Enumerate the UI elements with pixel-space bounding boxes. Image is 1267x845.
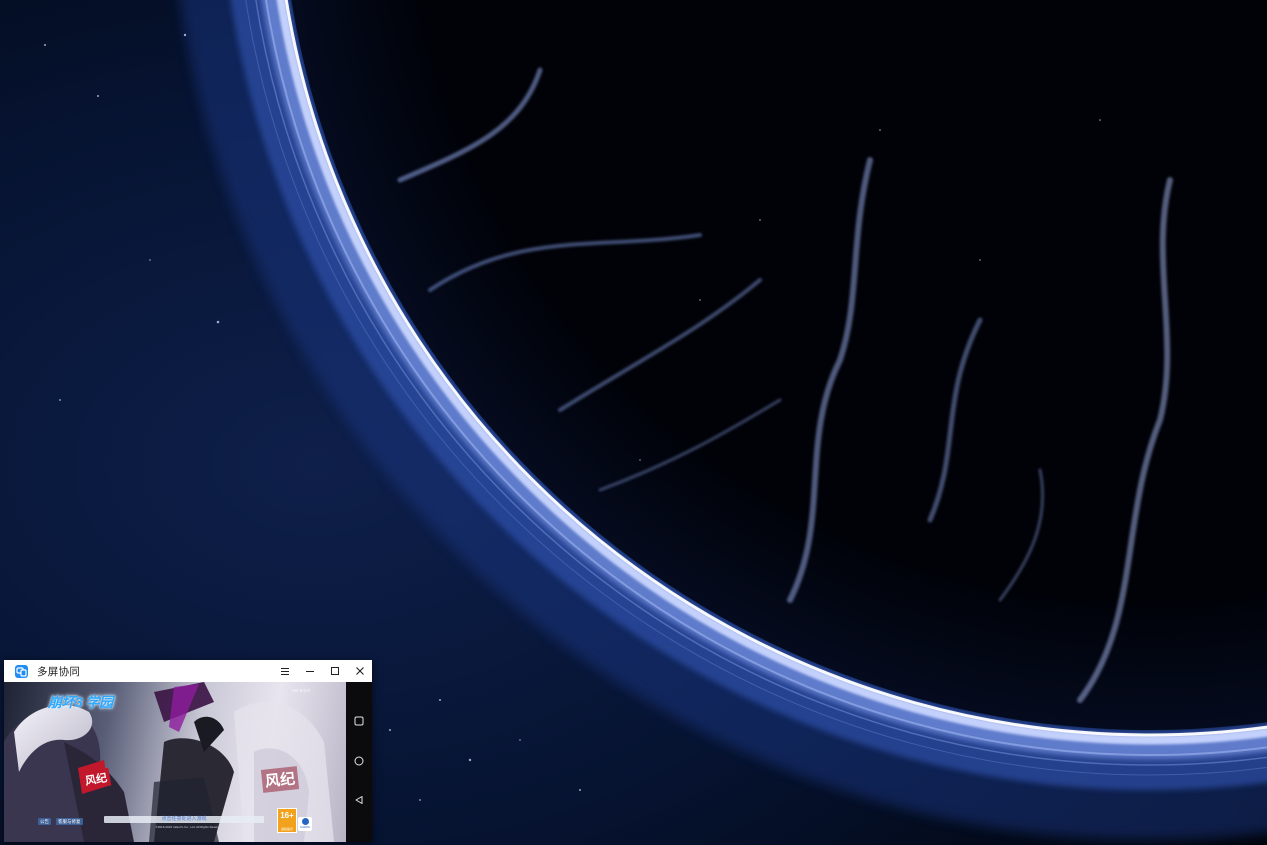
armband-right: 风纪 xyxy=(260,766,300,793)
home-button[interactable] xyxy=(346,748,372,774)
menu-icon xyxy=(280,667,289,675)
tap-to-start-text[interactable]: 点击任意处进入游戏 xyxy=(104,815,264,823)
age-rating-caption: 适龄提示 xyxy=(280,827,293,831)
multi-screen-window[interactable]: 多屏协同 崩坏3 学园 Ver.6.0.0 风纪 风纪 公告 客服与修复 点击任… xyxy=(4,660,372,842)
cadpa-label: CADPA xyxy=(299,825,311,829)
close-icon xyxy=(355,666,364,675)
back-button[interactable] xyxy=(346,787,372,813)
window-title: 多屏协同 xyxy=(37,665,81,678)
game-version: Ver.6.0.0 xyxy=(292,688,310,693)
cadpa-icon: CADPA xyxy=(298,817,312,831)
repair-button[interactable]: 客服与修复 xyxy=(56,818,83,825)
recents-button[interactable] xyxy=(346,708,372,734)
maximize-icon xyxy=(330,666,339,675)
phone-mirror-screen[interactable]: 崩坏3 学园 Ver.6.0.0 风纪 风纪 公告 客服与修复 点击任意处进入游… xyxy=(4,682,346,842)
minimize-icon xyxy=(305,670,314,672)
circle-icon xyxy=(354,756,364,766)
copyright-text: ©2016-2024 miHoYo Co., Ltd. All Rights R… xyxy=(155,825,223,829)
triangle-back-icon xyxy=(355,796,363,804)
notice-button[interactable]: 公告 xyxy=(38,818,51,825)
close-button[interactable] xyxy=(347,660,372,682)
phone-navigation-bar xyxy=(346,682,372,842)
minimize-button[interactable] xyxy=(297,660,322,682)
menu-button[interactable] xyxy=(272,660,297,682)
square-icon xyxy=(354,716,364,726)
multi-screen-collaboration-icon xyxy=(15,664,28,678)
game-logo: 崩坏3 学园 xyxy=(48,694,113,710)
maximize-button[interactable] xyxy=(322,660,347,682)
window-controls xyxy=(272,660,372,682)
window-title-bar[interactable]: 多屏协同 xyxy=(4,660,372,683)
